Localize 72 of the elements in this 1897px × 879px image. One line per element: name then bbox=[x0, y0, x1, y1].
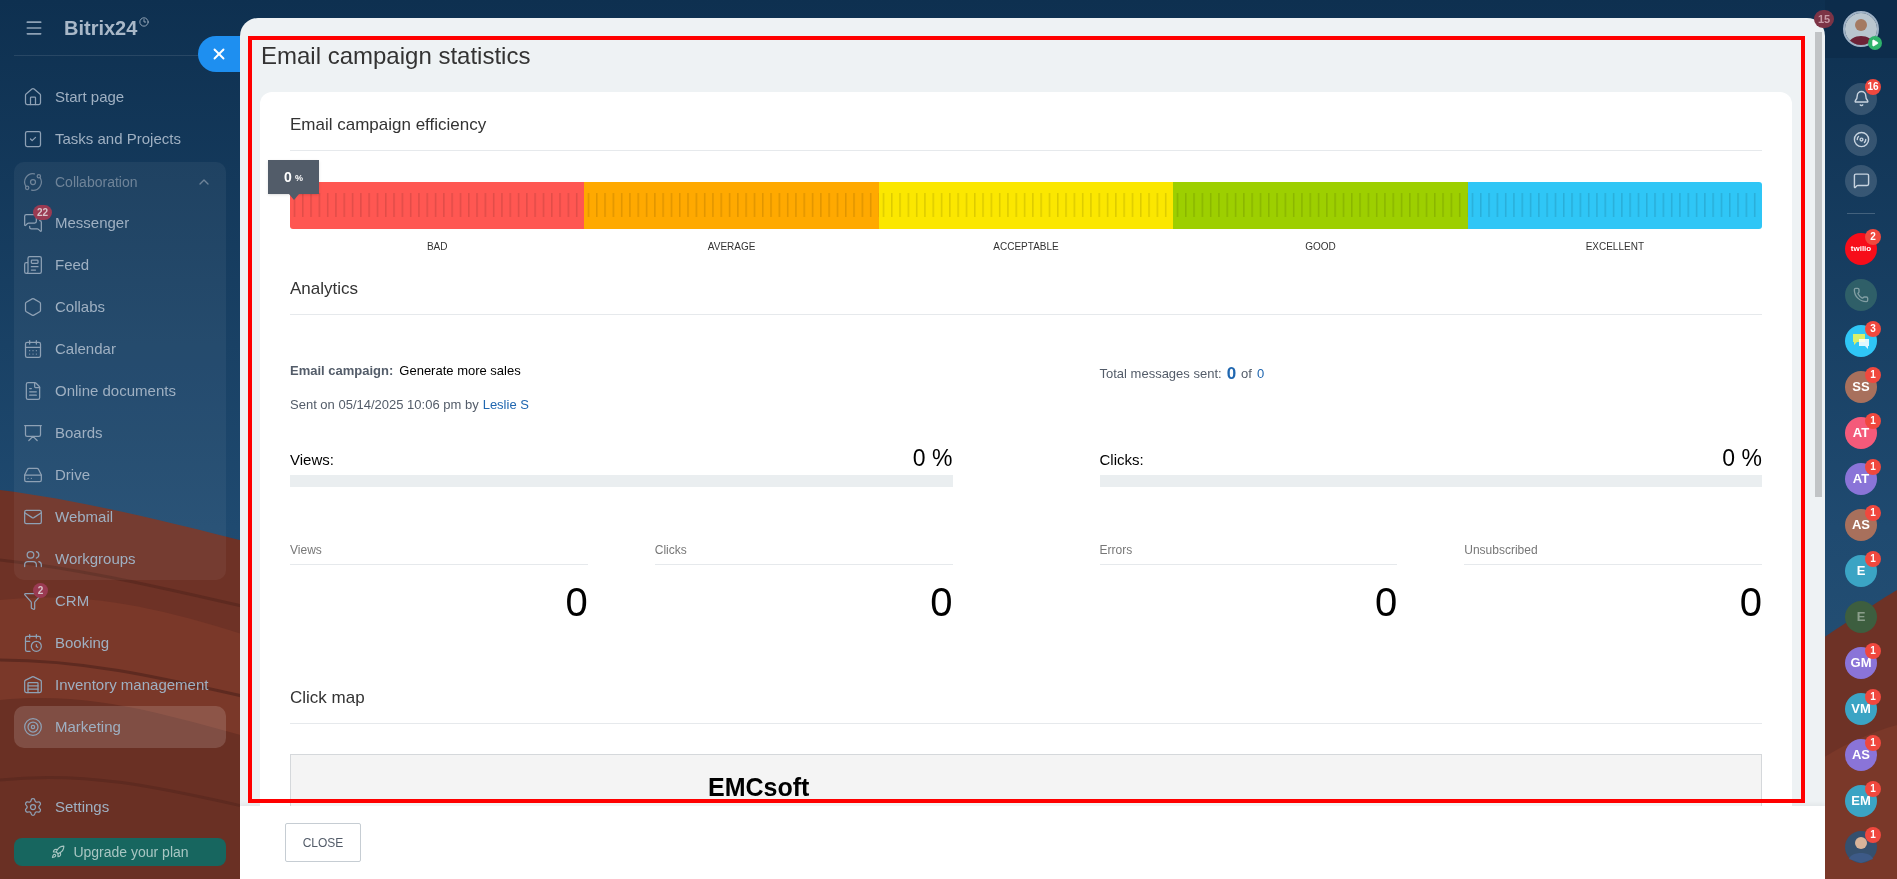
sidebar-item[interactable]: Booking bbox=[14, 622, 226, 664]
scale-label: BAD bbox=[426, 241, 448, 253]
section-title: Click map bbox=[290, 687, 366, 709]
preview-heading: EMCsoft bbox=[708, 773, 810, 801]
counter-label: Views bbox=[290, 541, 588, 565]
scale-label: EXCELLENT bbox=[1585, 241, 1644, 253]
board-icon bbox=[23, 423, 43, 443]
checkbox-icon bbox=[23, 129, 43, 149]
sender-link[interactable]: Leslie S bbox=[482, 395, 529, 415]
users-icon bbox=[23, 549, 43, 569]
sidebar-item[interactable]: Boards bbox=[14, 412, 226, 454]
section-title: Email campaign efficiency bbox=[290, 114, 488, 136]
rate-label: Views: bbox=[290, 449, 334, 470]
counter-label: Errors bbox=[1099, 541, 1398, 565]
campaign-label: Email campaign: bbox=[290, 362, 394, 381]
calendar-clock-icon bbox=[23, 633, 43, 653]
sidebar-item[interactable]: Tasks and Projects bbox=[14, 118, 226, 160]
target-icon bbox=[23, 717, 43, 737]
drive-icon bbox=[23, 465, 43, 485]
hexagon-icon bbox=[23, 297, 43, 317]
counter-value: 0 bbox=[1375, 580, 1398, 624]
counter-value: 0 bbox=[1739, 580, 1762, 624]
total-of: of bbox=[1241, 365, 1252, 384]
sidebar-item[interactable]: Online documents bbox=[14, 370, 226, 412]
sent-date: Sent on 05/14/2025 10:06 pm by bbox=[290, 396, 479, 415]
modal-title: Email campaign statistics bbox=[260, 41, 532, 71]
bell-icon[interactable] bbox=[1845, 82, 1877, 115]
sidebar-item[interactable]: Feed bbox=[14, 244, 226, 286]
sidebar-item[interactable]: Drive bbox=[14, 454, 226, 496]
counter-value: 0 bbox=[930, 580, 953, 624]
rate-value: 0 % bbox=[1722, 445, 1762, 471]
logo: Bitrix24 bbox=[64, 15, 138, 41]
counter-label: Clicks bbox=[654, 541, 953, 565]
campaign-name: Generate more sales bbox=[399, 362, 521, 381]
scale-label: GOOD bbox=[1305, 241, 1336, 253]
counter-value: 0 bbox=[565, 580, 588, 624]
sidebar-item[interactable]: Webmail bbox=[14, 496, 226, 538]
clock-icon bbox=[139, 16, 150, 27]
sidebar-item[interactable]: Settings bbox=[14, 786, 226, 828]
total-sent: 0 bbox=[1226, 363, 1237, 386]
group-header[interactable]: Collaboration bbox=[14, 162, 226, 202]
sidebar-item[interactable]: Calendar bbox=[14, 328, 226, 370]
chat-icon[interactable] bbox=[1845, 164, 1877, 197]
mail-icon bbox=[23, 507, 43, 527]
scrollbar[interactable] bbox=[1815, 32, 1822, 497]
sidebar-item[interactable]: Collabs bbox=[14, 286, 226, 328]
tooltip-pointer bbox=[289, 194, 299, 200]
sidebar-item[interactable]: Inventory management bbox=[14, 664, 226, 706]
total-label: Total messages sent: bbox=[1099, 365, 1222, 384]
upgrade-button[interactable]: Upgrade your plan bbox=[14, 838, 226, 866]
sidebar-item[interactable]: 22 Messenger bbox=[14, 202, 226, 244]
rate-value: 0 % bbox=[912, 445, 953, 471]
sidebar-item[interactable]: Start page bbox=[14, 76, 226, 118]
user-avatar[interactable] bbox=[1845, 831, 1877, 863]
gear-icon bbox=[23, 797, 43, 817]
newspaper-icon bbox=[23, 255, 43, 275]
scale-label: ACCEPTABLE bbox=[993, 241, 1059, 253]
warehouse-icon bbox=[23, 675, 43, 695]
scale-label: AVERAGE bbox=[707, 241, 756, 253]
close-footer-button[interactable]: CLOSE bbox=[285, 823, 361, 862]
rate-label: Clicks: bbox=[1099, 449, 1144, 470]
home-icon bbox=[23, 87, 43, 107]
sidebar-item[interactable]: 2 CRM bbox=[14, 580, 226, 622]
sidebar-item[interactable]: Marketing bbox=[14, 706, 226, 748]
rocket-icon bbox=[51, 845, 66, 859]
document-icon bbox=[23, 381, 43, 401]
sidebar-item[interactable]: Workgroups bbox=[14, 538, 226, 580]
total-count: 0 bbox=[1256, 365, 1265, 384]
orbit-icon bbox=[23, 172, 43, 192]
section-title: Analytics bbox=[290, 278, 360, 300]
calendar-icon bbox=[23, 339, 43, 359]
counter-label: Unsubscribed bbox=[1464, 541, 1762, 565]
